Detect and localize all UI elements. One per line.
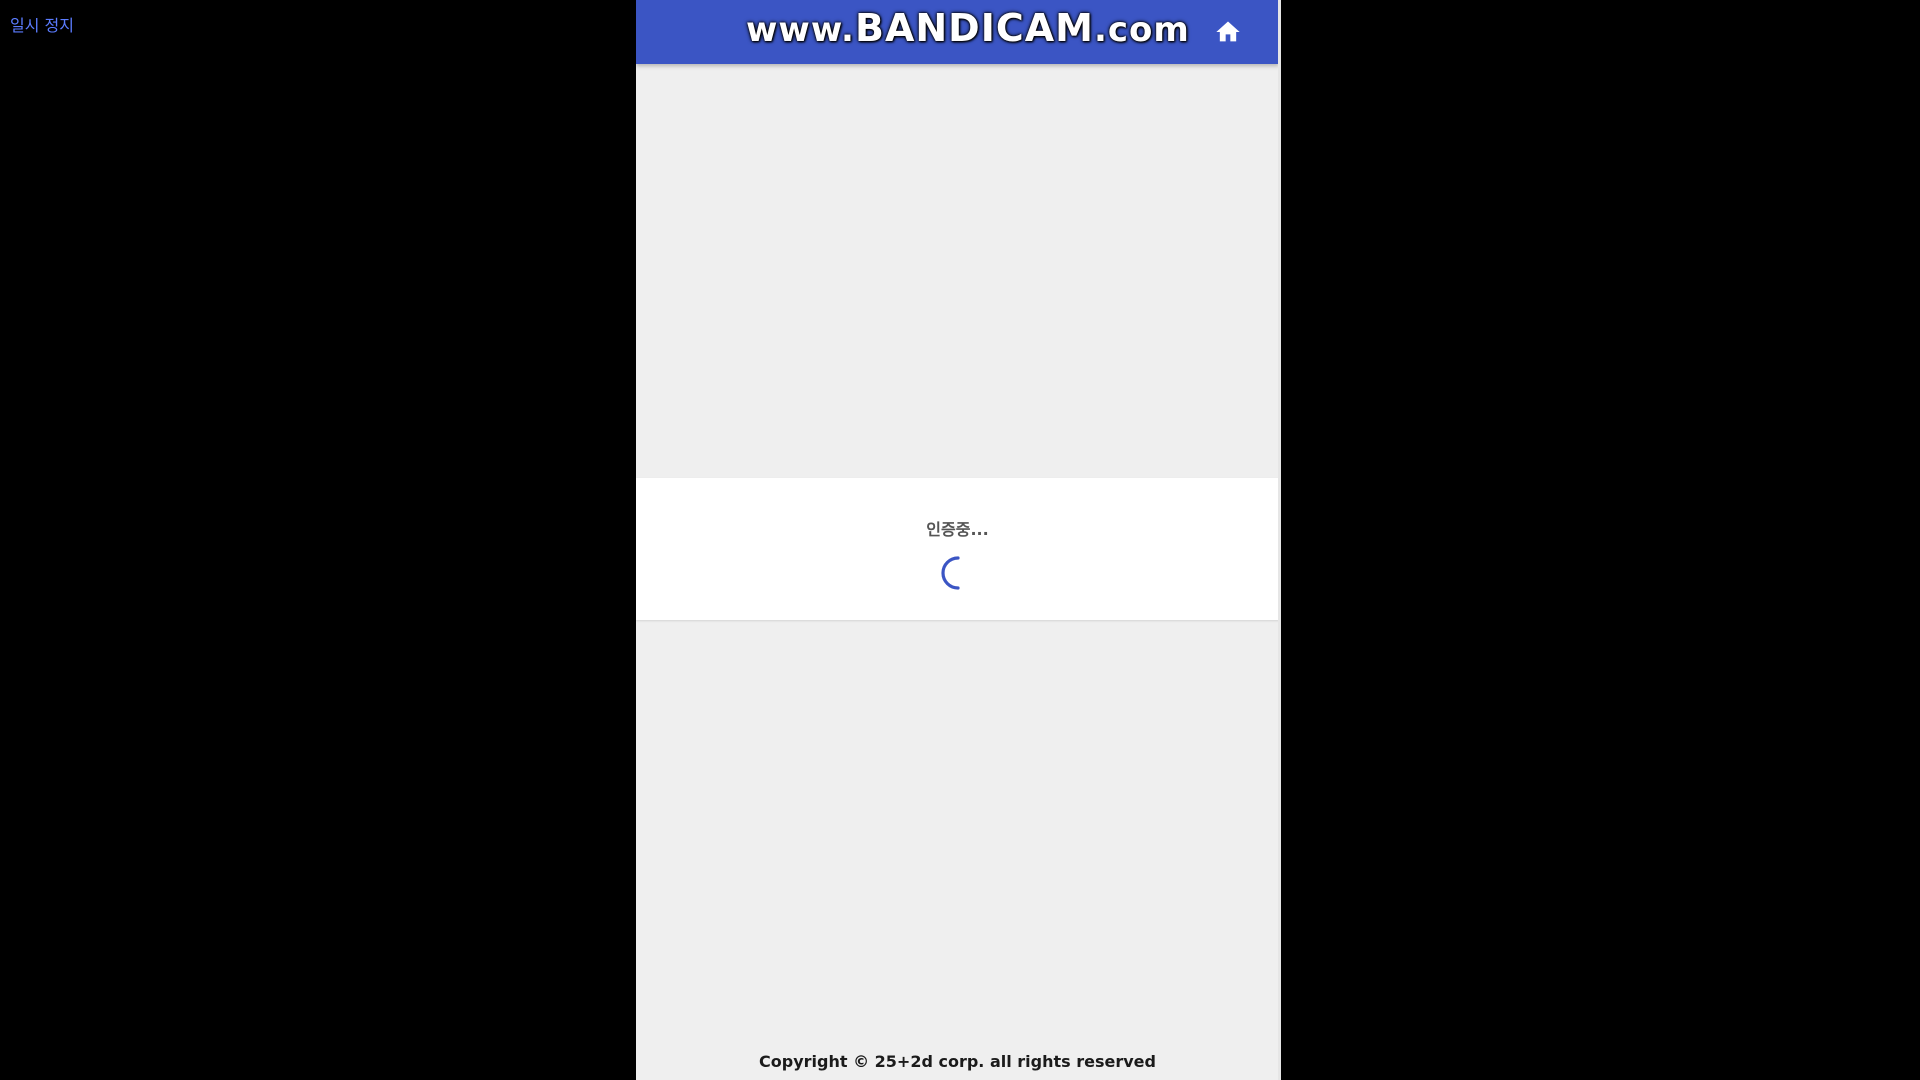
auth-status-card: 인증중... xyxy=(636,478,1279,620)
webview-edge xyxy=(1278,0,1281,1080)
home-icon xyxy=(1216,21,1240,42)
copyright-footer: Copyright © 25+2d corp. all rights reser… xyxy=(759,1052,1156,1071)
auth-status-text: 인증중... xyxy=(926,520,989,539)
recorder-watermark: www.BANDICAM.com xyxy=(746,6,1190,50)
watermark-brand: BANDICAM xyxy=(854,6,1094,50)
watermark-prefix: www. xyxy=(746,10,855,50)
pause-button[interactable]: 일시 정지 xyxy=(10,12,74,36)
mobile-webview: www.BANDICAM.com 인증중... Copyright © 25+2… xyxy=(636,0,1281,1080)
watermark-suffix: .com xyxy=(1093,10,1190,50)
app-header: www.BANDICAM.com xyxy=(636,0,1279,64)
loading-spinner-icon xyxy=(941,556,960,590)
screen: 일시 정지 www.BANDICAM.com 인증중... Copyright … xyxy=(0,0,1920,1080)
home-button[interactable] xyxy=(1214,18,1242,46)
